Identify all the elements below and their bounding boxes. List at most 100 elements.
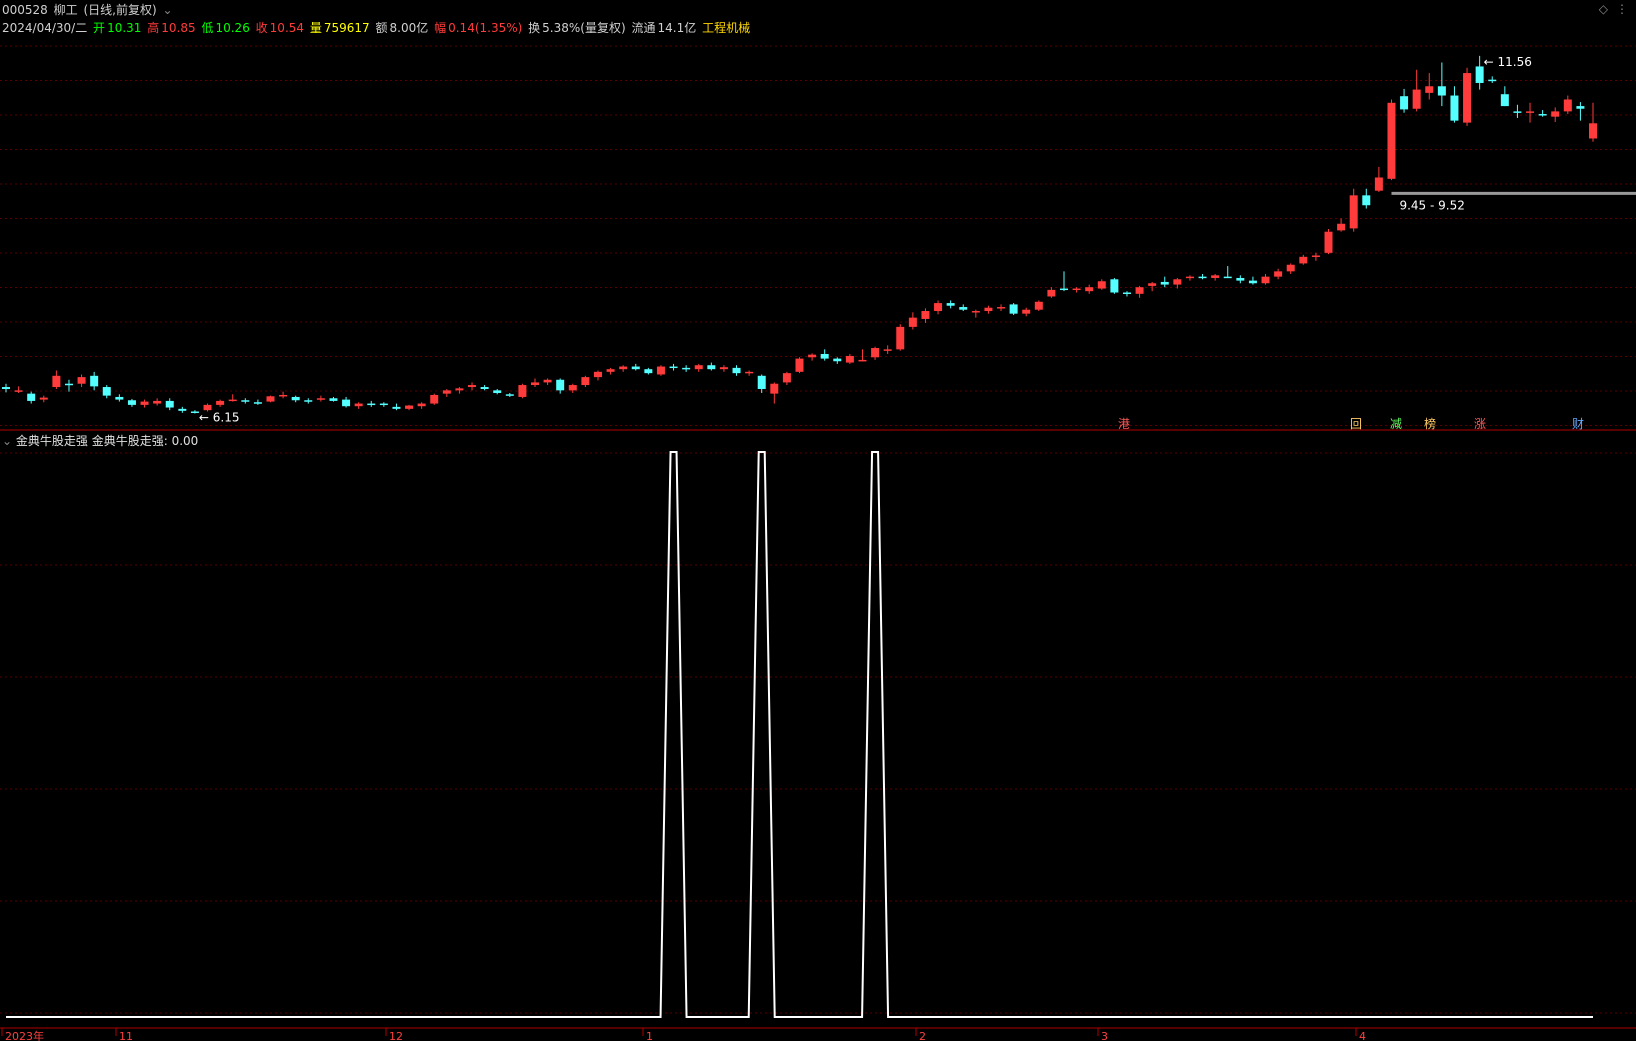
- turnover-label: 换: [528, 21, 541, 35]
- candle-body: [1412, 89, 1421, 109]
- chevron-down-icon[interactable]: ⌄: [163, 3, 173, 17]
- candle-body: [644, 369, 653, 374]
- candle-body: [90, 375, 99, 387]
- candle-body: [1173, 279, 1182, 285]
- candle-body: [253, 402, 262, 404]
- candle-body: [1122, 292, 1131, 295]
- stock-chart[interactable]: ← 11.56← 6.159.45 - 9.52港回减榜涨财2023年 11 12 1…: [0, 0, 1636, 1041]
- candle-body: [1538, 114, 1547, 116]
- candle-body: [316, 398, 325, 400]
- candle-body: [392, 406, 401, 409]
- time-axis-label: 11: [119, 1030, 133, 1041]
- candle-body: [732, 367, 741, 374]
- candle-body: [430, 394, 439, 404]
- change-value: 0.14(1.35%): [448, 21, 523, 35]
- candle-body: [102, 387, 111, 396]
- window-controls: ◇ ⋮: [1591, 0, 1628, 18]
- chevron-down-icon[interactable]: ⌄: [2, 434, 12, 448]
- candle-body: [64, 383, 73, 386]
- candle-body: [379, 403, 388, 406]
- low-price-marker: ← 6.15: [199, 410, 240, 424]
- candle-body: [1374, 177, 1383, 191]
- candle-body: [1437, 86, 1446, 96]
- event-tag[interactable]: 减: [1390, 417, 1402, 431]
- candle-body: [845, 355, 854, 363]
- industry-tag[interactable]: 工程机械: [702, 21, 750, 35]
- float-value: 14.1亿: [657, 21, 697, 35]
- candle-body: [593, 371, 602, 378]
- volume-label: 量: [309, 21, 322, 35]
- candle-body: [203, 404, 212, 411]
- event-tag[interactable]: 榜: [1424, 416, 1436, 431]
- change-label: 幅: [434, 21, 447, 35]
- candle-body: [1311, 255, 1320, 257]
- candle-body: [631, 366, 640, 370]
- candle-body: [858, 359, 867, 362]
- candle-body: [1236, 277, 1245, 281]
- header-row1: 000528 柳工 (日线,前复权) ⌄: [2, 0, 175, 20]
- candle-body: [291, 396, 300, 401]
- candle-body: [1261, 276, 1270, 284]
- candle-body: [1324, 231, 1333, 253]
- stock-name[interactable]: 柳工: [54, 3, 78, 17]
- candle-body: [216, 400, 225, 405]
- event-tag[interactable]: 港: [1118, 417, 1130, 431]
- candle-body: [531, 382, 539, 386]
- close-value: 10.54: [269, 21, 305, 35]
- candle-body: [1400, 96, 1409, 110]
- range-label: 9.45 - 9.52: [1399, 198, 1464, 212]
- candle-body: [455, 388, 464, 391]
- float-label: 流通: [631, 21, 656, 35]
- menu-icon[interactable]: ⋮: [1616, 2, 1628, 16]
- candle-body: [782, 373, 791, 383]
- open-label: 开: [93, 21, 106, 35]
- candle-body: [556, 379, 565, 391]
- candle-body: [1211, 275, 1220, 278]
- candle-body: [997, 307, 1006, 309]
- time-axis-label: 2023年: [5, 1029, 44, 1041]
- candle-body: [1362, 195, 1371, 206]
- candle-body: [442, 390, 451, 394]
- candle-body: [883, 349, 892, 351]
- candle-body: [581, 377, 590, 386]
- candle-body: [1223, 276, 1232, 279]
- high-value: 10.85: [161, 21, 196, 35]
- candle-body: [568, 385, 577, 391]
- candle-body: [1500, 94, 1509, 107]
- candle-body: [417, 403, 426, 407]
- candle-body: [971, 311, 980, 313]
- candle-body: [1047, 289, 1056, 297]
- indicator-name[interactable]: 金典牛股走强: [16, 434, 88, 448]
- candle-body: [1286, 264, 1295, 272]
- event-tag[interactable]: 回: [1350, 417, 1362, 431]
- candle-body: [1097, 281, 1106, 289]
- candle-body: [1488, 79, 1497, 82]
- event-tag[interactable]: 财: [1572, 417, 1584, 431]
- high-label: 高: [147, 21, 160, 35]
- candle-body: [669, 366, 678, 369]
- candle-body: [354, 403, 363, 407]
- turnover-value: 5.38%(量复权): [542, 21, 626, 35]
- candle-body: [279, 394, 288, 397]
- candle-body: [468, 385, 477, 388]
- period-mode[interactable]: (日线,前复权): [83, 3, 156, 17]
- high-price-marker: ← 11.56: [1484, 55, 1532, 69]
- candle-body: [480, 387, 489, 390]
- candle-body: [871, 348, 880, 358]
- diamond-icon[interactable]: ◇: [1599, 2, 1608, 16]
- candle-body: [1034, 301, 1043, 310]
- candle-body: [719, 367, 728, 370]
- candle-body: [405, 405, 414, 409]
- stock-code[interactable]: 000528: [2, 3, 48, 17]
- indicator-line: [6, 451, 1593, 1018]
- candle-body: [342, 399, 351, 407]
- candle-body: [1563, 99, 1572, 112]
- open-value: 10.31: [107, 21, 142, 35]
- volume-value: 759617: [323, 21, 370, 35]
- candle-body: [14, 390, 23, 392]
- candle-body: [896, 326, 905, 350]
- time-axis-label: 1: [646, 1030, 653, 1041]
- indicator-value: 金典牛股走强: 0.00: [91, 434, 199, 448]
- candle-body: [178, 408, 187, 411]
- event-tag[interactable]: 涨: [1474, 416, 1486, 431]
